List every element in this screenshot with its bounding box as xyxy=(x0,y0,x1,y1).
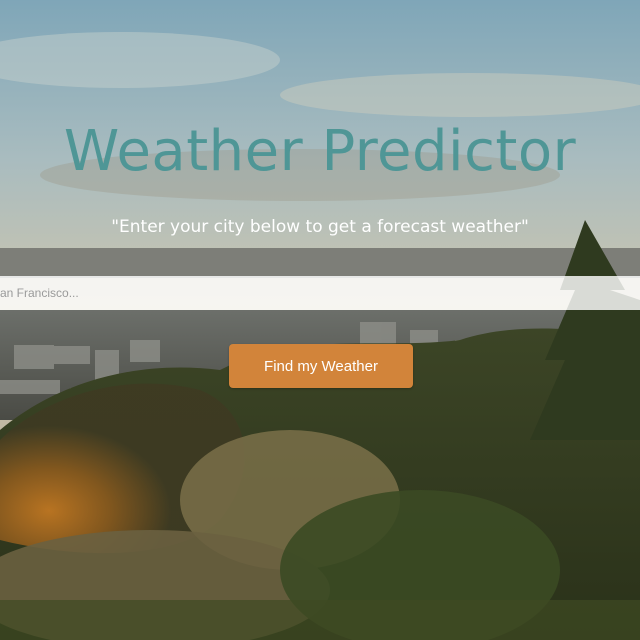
city-search-input[interactable] xyxy=(0,276,640,310)
find-weather-button[interactable]: Find my Weather xyxy=(229,344,413,388)
background-photo xyxy=(0,0,640,640)
page-subtitle: "Enter your city below to get a forecast… xyxy=(111,217,529,237)
page-title: Weather Predictor xyxy=(63,119,577,184)
